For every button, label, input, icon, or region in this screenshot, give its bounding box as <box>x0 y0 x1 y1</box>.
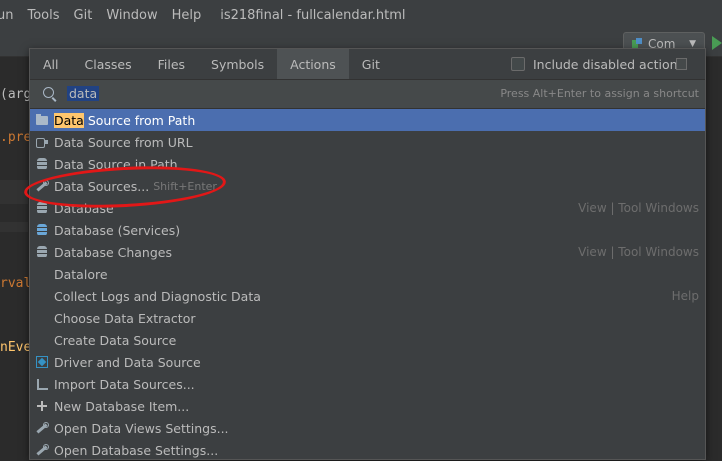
search-bar: data Press Alt+Enter to assign a shortcu… <box>30 79 705 109</box>
result-row[interactable]: Database View | Tool Windows <box>30 197 705 219</box>
menu-run[interactable]: un <box>0 8 20 23</box>
result-label-text: Open Data Views Settings... <box>54 420 229 436</box>
assign-shortcut-hint: Press Alt+Enter to assign a shortcut <box>500 87 699 100</box>
database-changes-icon <box>35 245 49 259</box>
result-label-text: Import Data Sources... <box>54 376 195 392</box>
result-label: Database Changes <box>54 245 172 260</box>
plus-icon <box>35 399 49 413</box>
result-label-text: Driver and Data Source <box>54 354 201 370</box>
result-label-text: Data Source from URL <box>54 134 193 150</box>
database-icon <box>35 157 49 171</box>
menu-git[interactable]: Git <box>67 8 100 23</box>
result-row[interactable]: New Database Item... <box>30 395 705 417</box>
result-label: Create Data Source <box>54 333 176 348</box>
result-group: Help <box>671 289 699 303</box>
result-row[interactable]: Choose Data Extractor <box>30 307 705 329</box>
menu-tools[interactable]: Tools <box>20 8 66 23</box>
result-row[interactable]: Driver and Data Source <box>30 351 705 373</box>
result-label-text: Open Database Settings... <box>54 442 219 458</box>
result-label-text: Database <box>54 200 114 216</box>
result-label-text: Data Sources... <box>54 178 150 194</box>
result-label-text: Source from Path <box>83 112 196 128</box>
result-label: Database <box>54 201 114 216</box>
result-label: Database (Services) <box>54 223 180 238</box>
tab-symbols[interactable]: Symbols <box>198 49 277 79</box>
result-label: New Database Item... <box>54 399 189 414</box>
result-label: Data Source from URL <box>54 135 193 150</box>
result-row[interactable]: Open Data Views Settings... <box>30 417 705 439</box>
result-label-text: Database Changes <box>54 244 172 260</box>
pin-window-icon[interactable] <box>676 58 687 70</box>
tab-actions[interactable]: Actions <box>277 49 349 79</box>
result-row[interactable]: Database Changes View | Tool Windows <box>30 241 705 263</box>
result-label: Choose Data Extractor <box>54 311 196 326</box>
data-sources-wrench-icon <box>35 179 49 193</box>
window-title: is218final - fullcalendar.html <box>220 7 406 23</box>
result-row[interactable]: Import Data Sources... <box>30 373 705 395</box>
editor-line-highlight <box>0 180 28 204</box>
result-group: View | Tool Windows <box>578 201 699 215</box>
menu-help[interactable]: Help <box>165 8 209 23</box>
import-icon <box>35 377 49 391</box>
result-label: Open Database Settings... <box>54 443 218 458</box>
folder-icon <box>35 113 49 127</box>
result-label-text: Database (Services) <box>54 222 181 238</box>
code-fragment: (arg <box>0 87 32 102</box>
include-disabled-actions-toggle[interactable]: Include disabled actions <box>511 49 684 79</box>
result-row[interactable]: Data Source in Path <box>30 153 705 175</box>
result-label: Data Source from Path <box>54 112 196 128</box>
result-row[interactable]: Database (Services) <box>30 219 705 241</box>
code-fragment: .pre <box>0 130 32 145</box>
result-label: Driver and Data Source <box>54 355 201 370</box>
result-row[interactable]: Open Database Settings... <box>30 439 705 461</box>
match-highlight: Data <box>54 112 84 128</box>
search-input[interactable]: data <box>67 86 100 101</box>
search-everywhere-popup: All Classes Files Symbols Actions Git In… <box>29 48 706 460</box>
editor-gutter <box>0 57 28 448</box>
result-row[interactable]: Data Source from Path <box>30 109 705 131</box>
run-icon[interactable] <box>712 36 722 50</box>
result-label-text: Choose Data Extractor <box>54 310 196 326</box>
url-icon <box>35 135 49 149</box>
result-label: Import Data Sources... <box>54 377 195 392</box>
tab-git[interactable]: Git <box>349 49 393 79</box>
result-row[interactable]: Data Source from URL <box>30 131 705 153</box>
code-fragment: nEve <box>0 340 32 355</box>
database-services-icon <box>35 223 49 237</box>
result-row[interactable]: Collect Logs and Diagnostic Data Help <box>30 285 705 307</box>
tab-classes[interactable]: Classes <box>72 49 145 79</box>
result-label-text: Datalore <box>54 266 108 282</box>
code-fragment: rval <box>0 276 32 291</box>
main-menu-bar: un Tools Git Window Help is218final - fu… <box>0 0 722 30</box>
menu-window[interactable]: Window <box>99 8 164 23</box>
editor-line-highlight <box>0 222 28 232</box>
search-icon <box>43 87 54 98</box>
wrench-icon <box>35 443 49 457</box>
search-results-list: Data Source from Path Data Source from UR… <box>30 109 705 461</box>
result-label: Open Data Views Settings... <box>54 421 229 436</box>
wrench-icon <box>35 421 49 435</box>
database-icon <box>35 201 49 215</box>
include-disabled-label: Include disabled actions <box>533 56 685 72</box>
result-label-text: Data Source in Path <box>54 156 178 172</box>
tab-all[interactable]: All <box>30 49 72 79</box>
result-label: Data Source in Path <box>54 157 178 172</box>
result-group: View | Tool Windows <box>578 245 699 259</box>
driver-icon <box>35 355 49 369</box>
result-row[interactable]: Create Data Source <box>30 329 705 351</box>
include-disabled-checkbox[interactable] <box>511 57 525 71</box>
result-label-text: New Database Item... <box>54 398 190 414</box>
result-label: Data Sources... <box>54 179 149 194</box>
result-row[interactable]: Datalore <box>30 263 705 285</box>
search-scope-tabs: All Classes Files Symbols Actions Git In… <box>30 49 705 79</box>
result-label: Datalore <box>54 267 108 282</box>
result-row[interactable]: Data Sources... Shift+Enter <box>30 175 705 197</box>
tab-files[interactable]: Files <box>145 49 198 79</box>
result-label-text: Create Data Source <box>54 332 177 348</box>
result-label: Collect Logs and Diagnostic Data <box>54 289 261 304</box>
result-shortcut: Shift+Enter <box>153 179 217 193</box>
result-label-text: Collect Logs and Diagnostic Data <box>54 288 261 304</box>
